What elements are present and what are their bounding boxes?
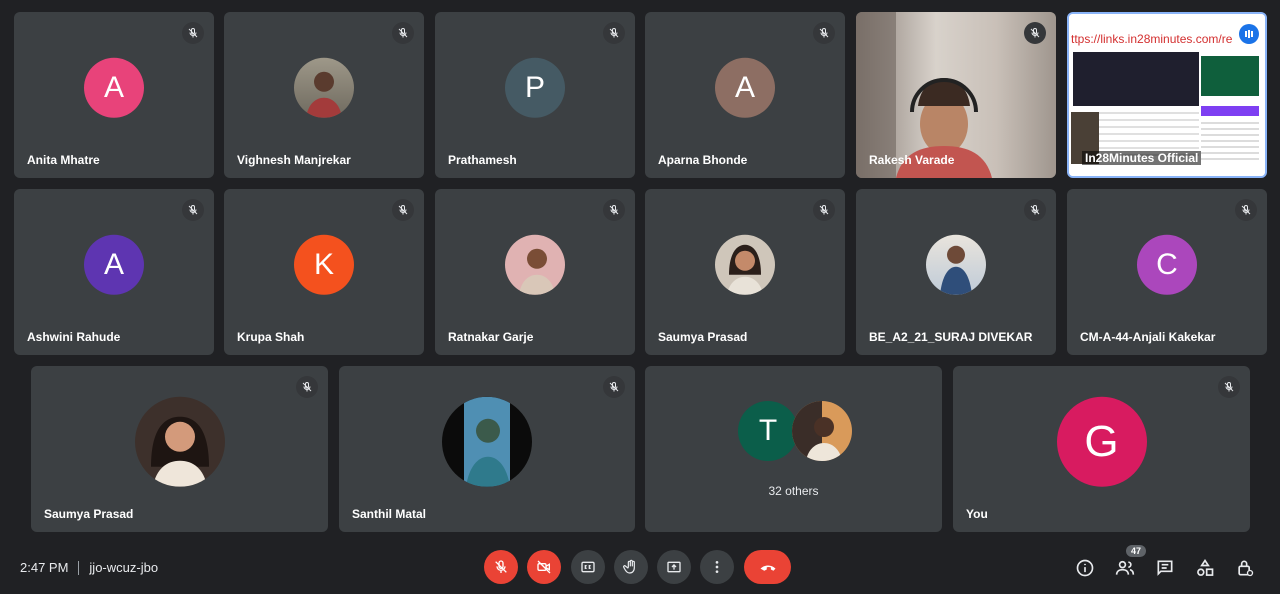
host-controls-button[interactable]	[1232, 555, 1258, 581]
shared-video-thumb	[1201, 56, 1259, 96]
participant-name: Prathamesh	[448, 153, 517, 167]
present-screen-icon	[667, 561, 681, 573]
avatar-photo	[294, 57, 354, 118]
call-end-icon	[760, 565, 775, 571]
people-icon	[1115, 560, 1135, 575]
shared-sidebar-list	[1201, 122, 1259, 162]
divider	[78, 560, 80, 575]
avatar-photo	[505, 234, 565, 295]
avatar: A	[715, 57, 775, 118]
activities-button[interactable]	[1192, 555, 1218, 581]
avatar-photo	[134, 396, 225, 487]
participant-tile-rakesh-varade[interactable]: Rakesh Varade	[856, 12, 1056, 178]
raise-hand-icon	[623, 559, 635, 574]
avatar-photo	[442, 396, 532, 487]
participant-name: In28Minutes Official	[1082, 151, 1202, 165]
participant-tile-anjali-kakekar[interactable]: C CM-A-44-Anjali Kakekar	[1067, 189, 1267, 355]
avatar: T	[738, 401, 798, 461]
mic-off-icon	[182, 199, 204, 221]
chat-icon	[1157, 560, 1173, 576]
mic-off-icon	[296, 376, 318, 398]
participant-name: Anita Mhatre	[27, 153, 100, 167]
more-options-button[interactable]	[700, 550, 734, 584]
mic-off-icon	[603, 199, 625, 221]
participant-tile-suraj-divekar[interactable]: BE_A2_21_SURAJ DIVEKAR	[856, 189, 1056, 355]
videocam-off-icon	[537, 560, 551, 574]
shared-sidebar-button	[1201, 106, 1259, 116]
activities-icon	[1197, 558, 1214, 576]
participant-name: Santhil Matal	[352, 507, 427, 521]
participant-tile-vighnesh-manjrekar[interactable]: Vighnesh Manjrekar	[224, 12, 424, 178]
avatar-photo	[926, 234, 986, 295]
mic-off-icon	[392, 199, 414, 221]
avatar: K	[294, 234, 354, 295]
people-count-badge: 47	[1126, 545, 1147, 557]
participant-name: Ashwini Rahude	[27, 330, 121, 344]
avatar: P	[505, 57, 565, 118]
mic-off-icon	[603, 22, 625, 44]
avatar: C	[1137, 234, 1197, 295]
leave-call-button[interactable]	[744, 550, 791, 584]
avatar: G	[1056, 396, 1147, 487]
mic-off-icon	[495, 560, 507, 573]
avatar: A	[84, 234, 144, 295]
closed-captions-icon	[581, 561, 595, 573]
avatar-photo	[792, 401, 852, 461]
avatar-photo	[715, 234, 775, 295]
people-button[interactable]	[1112, 555, 1138, 581]
toggle-microphone-button[interactable]	[484, 550, 518, 584]
mic-off-icon	[1024, 199, 1046, 221]
raise-hand-button[interactable]	[614, 550, 648, 584]
mic-off-icon	[182, 22, 204, 44]
speaking-indicator-icon	[1239, 24, 1259, 44]
participant-name: Vighnesh Manjrekar	[237, 153, 351, 167]
screen-share-url: ttps://links.in28minutes.com/re	[1071, 32, 1233, 46]
participant-name: Saumya Prasad	[44, 507, 134, 521]
participant-tile-saumya-prasad[interactable]: Saumya Prasad	[645, 189, 845, 355]
participant-tile-saumya-prasad-2[interactable]: Saumya Prasad	[31, 366, 328, 532]
participant-tile-krupa-shah[interactable]: K Krupa Shah	[224, 189, 424, 355]
participant-tile-you[interactable]: G You	[953, 366, 1250, 532]
host-controls-icon	[1238, 560, 1254, 577]
toggle-camera-button[interactable]	[527, 550, 561, 584]
participant-tile-aparna-bhonde[interactable]: A Aparna Bhonde	[645, 12, 845, 178]
chat-button[interactable]	[1152, 555, 1178, 581]
mic-off-icon	[392, 22, 414, 44]
participant-tile-ratnakar-garje[interactable]: Ratnakar Garje	[435, 189, 635, 355]
participant-name: Saumya Prasad	[658, 330, 748, 344]
info-icon	[1076, 559, 1094, 577]
mic-off-icon	[603, 376, 625, 398]
participant-tile-in28minutes-presenting[interactable]: ttps://links.in28minutes.com/re In28Minu…	[1067, 12, 1267, 178]
captions-button[interactable]	[571, 550, 605, 584]
participant-tile-prathamesh[interactable]: P Prathamesh	[435, 12, 635, 178]
mic-off-icon	[1235, 199, 1257, 221]
participant-name: Aparna Bhonde	[658, 153, 748, 167]
meeting-time: 2:47 PM	[20, 560, 69, 575]
participant-tile-ashwini-rahude[interactable]: A Ashwini Rahude	[14, 189, 214, 355]
participant-name: CM-A-44-Anjali Kakekar	[1080, 330, 1216, 344]
mic-off-icon	[813, 199, 835, 221]
others-count-label: 32 others	[768, 484, 819, 498]
mic-off-icon	[813, 22, 835, 44]
shared-page-header	[1073, 52, 1199, 106]
mic-off-icon	[1024, 22, 1046, 44]
meeting-details: 2:47 PM jjo-wcuz-jbo	[20, 560, 158, 575]
meeting-details-button[interactable]	[1072, 555, 1098, 581]
avatar: A	[84, 57, 144, 118]
mic-off-icon	[1218, 376, 1240, 398]
participant-tile-others[interactable]: T 32 others	[645, 366, 942, 532]
participant-name: Ratnakar Garje	[448, 330, 534, 344]
meeting-code[interactable]: jjo-wcuz-jbo	[89, 560, 158, 575]
participant-tile-santhil-matal[interactable]: Santhil Matal	[339, 366, 635, 532]
participant-name: Krupa Shah	[237, 330, 305, 344]
present-now-button[interactable]	[657, 550, 691, 584]
participant-name: Rakesh Varade	[869, 153, 955, 167]
participant-name: BE_A2_21_SURAJ DIVEKAR	[869, 330, 1033, 344]
more-vert-icon	[715, 561, 719, 573]
participant-tile-anita-mhatre[interactable]: A Anita Mhatre	[14, 12, 214, 178]
participant-name: You	[966, 507, 988, 521]
